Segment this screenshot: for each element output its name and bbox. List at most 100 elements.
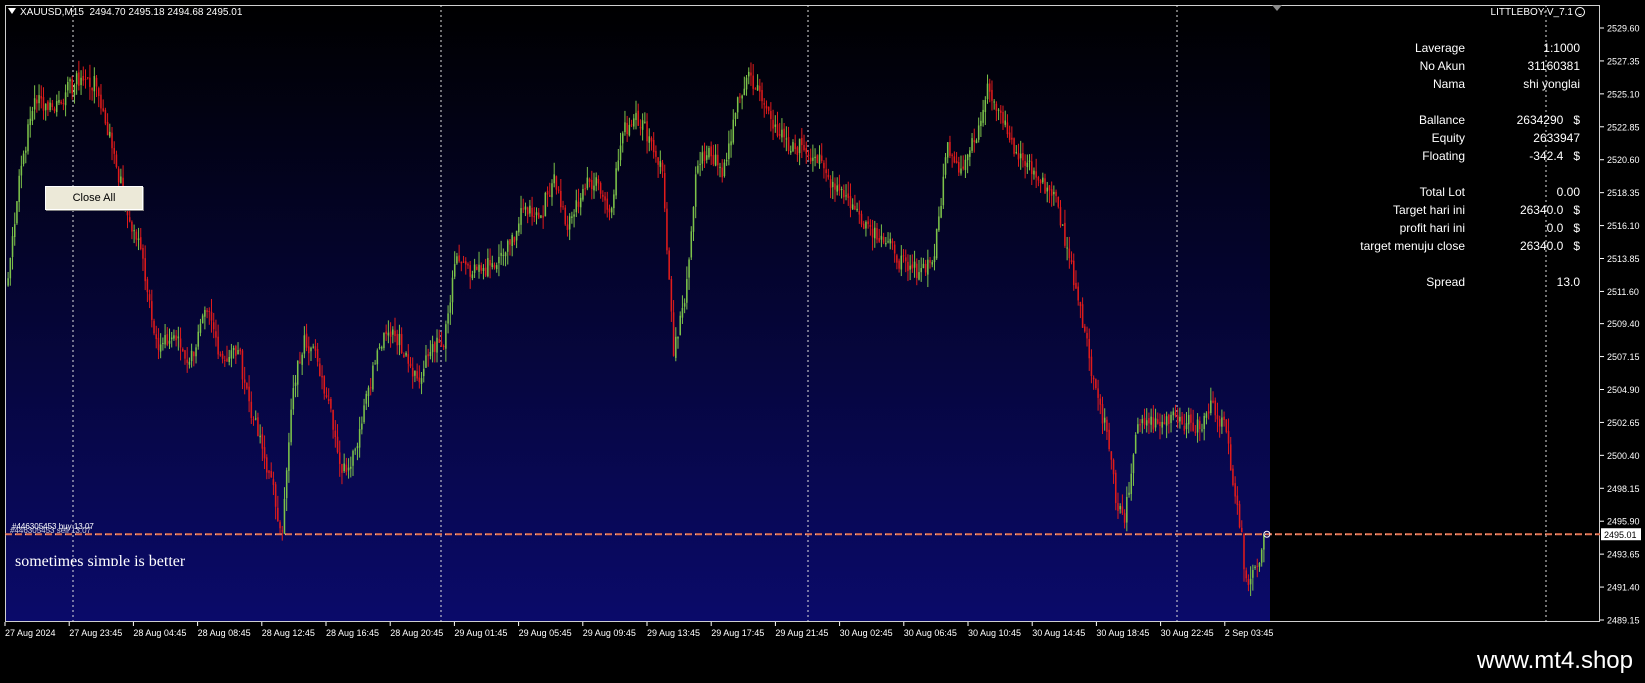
candle-body bbox=[305, 333, 308, 348]
candle-body bbox=[438, 339, 441, 343]
price-chart[interactable]: 2529.60 2527.35 2525.10 2522.85 2520.60 2518.… bbox=[0, 0, 1645, 683]
candle-body bbox=[1249, 578, 1252, 585]
candle-body bbox=[984, 100, 987, 113]
info-value: 26340.0 $ bbox=[1519, 239, 1580, 253]
candle-body bbox=[1252, 570, 1254, 578]
candle-body bbox=[288, 442, 290, 471]
order-line-label-secondary: #446305453 sell 13.07 bbox=[10, 526, 91, 535]
candle-body bbox=[1008, 132, 1011, 140]
info-row: Target hari ini 26340.0 $ bbox=[1320, 203, 1580, 219]
dropdown-triangle-icon[interactable] bbox=[8, 8, 16, 14]
candle-body bbox=[133, 230, 135, 232]
candle-body bbox=[350, 466, 352, 469]
candle-body bbox=[60, 101, 62, 104]
candle-body bbox=[235, 346, 237, 356]
candle-body bbox=[378, 347, 381, 349]
candle-body bbox=[807, 154, 810, 156]
candle-body bbox=[829, 179, 832, 188]
candle-body bbox=[215, 331, 217, 338]
candle-body bbox=[876, 228, 878, 240]
candle-body bbox=[825, 169, 827, 174]
y-tick-label: 2502.65 bbox=[1607, 418, 1640, 428]
candle-body bbox=[646, 121, 648, 142]
candle-body bbox=[263, 447, 266, 459]
candle-body bbox=[47, 101, 49, 110]
candle-body bbox=[509, 239, 511, 245]
candle-body bbox=[1168, 414, 1170, 425]
candle-body bbox=[588, 179, 591, 182]
candle-body bbox=[146, 279, 149, 293]
candle-body bbox=[464, 261, 467, 265]
candle-body bbox=[584, 188, 586, 190]
candle-body bbox=[739, 96, 741, 98]
candle-body bbox=[734, 112, 737, 120]
candle-body bbox=[1064, 222, 1066, 246]
candle-body bbox=[1176, 415, 1179, 424]
candle-body bbox=[323, 376, 326, 394]
close-all-button[interactable]: Close All bbox=[45, 186, 143, 210]
candle-body bbox=[1033, 170, 1035, 175]
candle-body bbox=[977, 125, 980, 140]
candle-body bbox=[951, 154, 953, 156]
candle-body bbox=[840, 188, 843, 190]
candle-body bbox=[1042, 177, 1044, 183]
candle-body bbox=[449, 302, 452, 313]
candle-body bbox=[920, 268, 922, 273]
smiley-face-icon[interactable] bbox=[1575, 7, 1585, 17]
candle-body bbox=[498, 256, 500, 264]
candle-body bbox=[197, 331, 200, 347]
candle-body bbox=[1079, 302, 1082, 307]
candle-body bbox=[44, 103, 47, 111]
candle-body bbox=[294, 382, 297, 387]
info-value: 0.00 bbox=[1556, 185, 1580, 199]
candle-body bbox=[564, 207, 567, 225]
candle-body bbox=[310, 347, 312, 352]
candle-body bbox=[763, 103, 766, 105]
candle-body bbox=[860, 213, 863, 225]
candle-body bbox=[898, 260, 900, 269]
candle-body bbox=[228, 357, 230, 363]
candle-body bbox=[223, 360, 226, 362]
candle-body bbox=[394, 330, 396, 337]
candle-body bbox=[1254, 566, 1256, 569]
candle-body bbox=[1088, 339, 1091, 359]
candle-body bbox=[120, 176, 122, 184]
candle-body bbox=[460, 262, 463, 264]
candle-body bbox=[400, 334, 403, 354]
candle-body bbox=[1015, 152, 1018, 154]
candle-body bbox=[714, 154, 717, 166]
candle-body bbox=[809, 157, 812, 162]
candle-body bbox=[918, 272, 920, 280]
y-tick-label: 2495.90 bbox=[1607, 517, 1640, 527]
x-tick-label: 29 Aug 05:45 bbox=[519, 628, 572, 638]
y-tick-label: 2491.40 bbox=[1607, 583, 1640, 593]
x-tick-label: 2 Sep 03:45 bbox=[1225, 628, 1274, 638]
candle-body bbox=[812, 157, 814, 161]
candle-body bbox=[1227, 431, 1230, 444]
candle-body bbox=[144, 258, 146, 282]
candle-body bbox=[506, 240, 509, 252]
candle-body bbox=[117, 168, 120, 183]
candle-body bbox=[259, 435, 261, 438]
candle-body bbox=[1258, 563, 1261, 567]
candle-body bbox=[767, 106, 770, 111]
candle-body bbox=[1086, 333, 1088, 339]
candle-body bbox=[190, 350, 193, 362]
candle-body bbox=[67, 81, 69, 91]
candle-body bbox=[212, 322, 215, 330]
candle-body bbox=[557, 189, 560, 191]
candle-body bbox=[668, 250, 670, 280]
candle-body bbox=[29, 118, 31, 126]
x-tick-label: 30 Aug 06:45 bbox=[904, 628, 957, 638]
candle-body bbox=[869, 224, 872, 227]
x-tick-label: 30 Aug 18:45 bbox=[1096, 628, 1149, 638]
candle-body bbox=[1061, 224, 1064, 226]
candle-body bbox=[1114, 472, 1117, 504]
y-tick-label: 2509.40 bbox=[1607, 319, 1640, 329]
candle-body bbox=[80, 77, 82, 86]
candle-body bbox=[911, 264, 914, 269]
candle-body bbox=[610, 208, 613, 213]
candle-body bbox=[1050, 189, 1053, 196]
candle-body bbox=[1132, 454, 1135, 474]
candle-body bbox=[613, 194, 615, 209]
